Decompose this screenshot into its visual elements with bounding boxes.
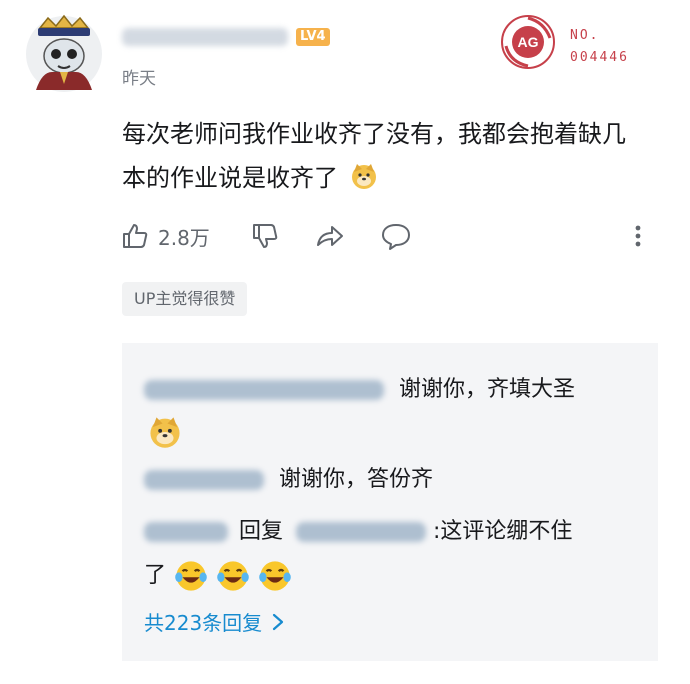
laughing-tears-emoji-icon: [259, 561, 291, 591]
doge-emoji-icon: [150, 417, 180, 448]
reply-button[interactable]: [380, 220, 412, 252]
username-redacted[interactable]: [122, 28, 288, 46]
doge-emoji-icon: [351, 164, 376, 189]
share-icon: [317, 226, 343, 246]
more-options-button[interactable]: [626, 220, 650, 252]
comment-time: 昨天: [122, 69, 156, 89]
reply-item[interactable]: 谢谢你，答份齐: [144, 463, 433, 497]
user-avatar[interactable]: [22, 12, 106, 96]
thumbs-up-icon: [123, 224, 148, 248]
reply-text: :这评论绷不住: [433, 519, 573, 544]
up-liked-tag: UP主觉得很赞: [122, 282, 248, 316]
reply-username-redacted[interactable]: [144, 470, 264, 490]
comment-content: 每次老师问我作业收齐了没有，我都会抱着缺几本的作业说是收齐了: [122, 112, 642, 200]
view-more-replies-link[interactable]: 共223条回复: [144, 607, 286, 636]
more-vertical-icon: [635, 225, 641, 247]
share-button[interactable]: [314, 220, 346, 252]
reply-text: 谢谢你，齐填大圣: [399, 377, 576, 402]
laughing-tears-emoji-icon: [175, 561, 207, 591]
reply-item[interactable]: 谢谢你，齐填大圣: [144, 373, 575, 407]
reply-item-continued: 了: [144, 559, 292, 593]
reply-text-line2: 了: [144, 563, 167, 588]
laughing-tears-emoji-icon: [217, 561, 249, 591]
badge-number: 004446: [570, 50, 629, 65]
reply-text: 谢谢你，答份齐: [279, 467, 434, 492]
comment-icon: [382, 224, 410, 250]
thumbs-down-icon: [253, 224, 278, 248]
more-replies-text: 共223条回复: [144, 611, 263, 635]
reply-username-redacted[interactable]: [144, 522, 228, 542]
reply-section: 谢谢你，齐填大圣 谢谢你，答份齐 回复 :这评论绷不住 了 共223条回复: [122, 343, 658, 661]
reply-target-username-redacted[interactable]: [296, 522, 427, 542]
like-count: 2.8万: [158, 225, 210, 250]
chevron-right-icon: [273, 613, 284, 630]
badge-no-label: NO.: [570, 28, 600, 43]
reply-username-redacted[interactable]: [144, 380, 384, 400]
ag-team-logo-icon: AG: [501, 15, 555, 69]
reply-item[interactable]: 回复 :这评论绷不住: [144, 515, 572, 549]
ag-logo-text: AG: [518, 34, 539, 50]
dislike-button[interactable]: [250, 220, 280, 252]
level-badge: LV4: [296, 28, 330, 46]
reply-prefix: 回复: [239, 519, 284, 544]
like-button[interactable]: 2.8万: [120, 220, 210, 252]
